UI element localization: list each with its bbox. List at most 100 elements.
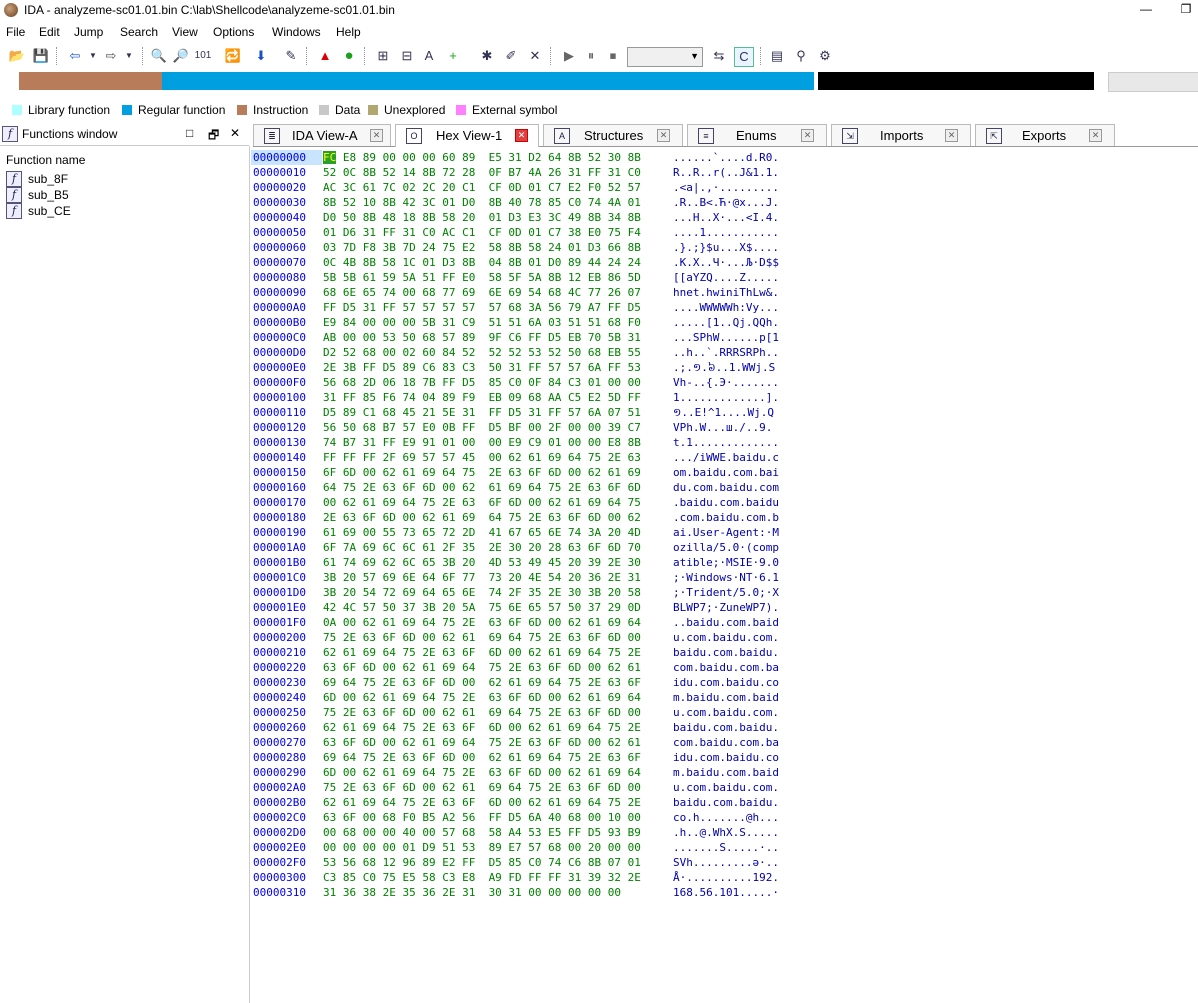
close-tab-icon[interactable]: ✕ [1089, 129, 1102, 142]
hex-bytes[interactable]: 64 75 2E 63 6F 6D 00 62 61 69 64 75 2E 6… [323, 480, 641, 495]
hex-ascii[interactable]: .<a|.,·......... [673, 180, 779, 195]
hex-bytes[interactable]: 75 2E 63 6F 6D 00 62 61 69 64 75 2E 63 6… [323, 630, 641, 645]
trace-icon[interactable]: ⚙ [816, 47, 834, 65]
watch-icon[interactable]: ⚲ [792, 47, 810, 65]
restore-window-button[interactable]: 🗗 [208, 126, 219, 147]
settings-icon[interactable]: ✱ [478, 47, 496, 65]
hex-bytes[interactable]: D0 50 8B 48 18 8B 58 20 01 D3 E3 3C 49 8… [323, 210, 641, 225]
pause-icon[interactable]: ⏸ [582, 47, 600, 65]
menu-help[interactable]: Help [336, 25, 361, 39]
menu-edit[interactable]: Edit [39, 25, 60, 39]
hex-bytes[interactable]: 2E 3B FF D5 89 C6 83 C3 50 31 FF 57 57 6… [323, 360, 641, 375]
hex-ascii[interactable]: ១..E!^1....Wj.Q [673, 405, 774, 420]
hex-ascii[interactable]: hnet.hwiniThLw&. [673, 285, 779, 300]
attach-icon[interactable]: ⇆ [710, 47, 728, 65]
hex-ascii[interactable]: idu.com.baidu.co [673, 675, 779, 690]
hex-bytes[interactable]: 68 6E 65 74 00 68 77 69 6E 69 54 68 4C 7… [323, 285, 641, 300]
hex-ascii[interactable]: om.baidu.com.bai [673, 465, 779, 480]
hex-ascii[interactable]: u.com.baidu.com. [673, 780, 779, 795]
search-next-icon[interactable]: 🔁 [224, 47, 242, 65]
hex-bytes[interactable]: 56 68 2D 06 18 7B FF D5 85 C0 0F 84 C3 0… [323, 375, 641, 390]
hex-ascii[interactable]: co.h.......@h... [673, 810, 779, 825]
hex-bytes[interactable]: 6F 7A 69 6C 6C 61 2F 35 2E 30 20 28 63 6… [323, 540, 641, 555]
debugger-select[interactable]: ▼ [627, 47, 703, 67]
close-tab-icon[interactable]: ✕ [515, 129, 528, 142]
hex-ascii[interactable]: .K.X..Ч·...Љ·D$$ [673, 255, 779, 270]
hex-bytes[interactable]: FF D5 31 FF 57 57 57 57 57 68 3A 56 79 A… [323, 300, 641, 315]
tab-enums[interactable]: ≡ Enums ✕ [687, 124, 827, 146]
hex-ascii[interactable]: ..h..`.RRRSRPh.. [673, 345, 779, 360]
mark-position-icon[interactable]: ✎ [282, 47, 300, 65]
hex-ascii[interactable]: BLWP7;·ZuneWP7). [673, 600, 779, 615]
function-row-sub_CE[interactable]: f sub_CE [6, 203, 71, 219]
function-row-sub_8F[interactable]: f sub_8F [6, 171, 68, 187]
hex-bytes[interactable]: D5 89 C1 68 45 21 5E 31 FF D5 31 FF 57 6… [323, 405, 641, 420]
hex-ascii[interactable]: ;·Windows·NT·6.1 [673, 570, 779, 585]
function-name-column-header[interactable]: Function name [6, 153, 85, 167]
hex-ascii[interactable]: .R..B<.Ћ·@x...J. [673, 195, 779, 210]
hex-ascii[interactable]: 1.............]. [673, 390, 779, 405]
hex-bytes[interactable]: 62 61 69 64 75 2E 63 6F 6D 00 62 61 69 6… [323, 720, 641, 735]
hex-ascii[interactable]: SVh.........ə·.. [673, 855, 779, 870]
menu-options[interactable]: Options [213, 25, 254, 39]
hex-bytes[interactable]: E9 84 00 00 00 5B 31 C9 51 51 6A 03 51 5… [323, 315, 641, 330]
hex-bytes[interactable]: 69 64 75 2E 63 6F 6D 00 62 61 69 64 75 2… [323, 675, 641, 690]
run-green-icon[interactable]: ● [340, 47, 358, 65]
hex-bytes[interactable]: 63 6F 00 68 F0 B5 A2 56 FF D5 6A 40 68 0… [323, 810, 641, 825]
minimize-button[interactable]: — [1136, 2, 1156, 16]
hex-ascii[interactable]: [[aYZQ....Z..... [673, 270, 779, 285]
back-arrow-icon[interactable]: ⇦ [66, 47, 84, 65]
hex-bytes[interactable]: 2E 63 6F 6D 00 62 61 69 64 75 2E 63 6F 6… [323, 510, 641, 525]
hex-ascii[interactable]: .h..@.WhX.S..... [673, 825, 779, 840]
breakpoints-icon[interactable]: ▤ [768, 47, 786, 65]
float-window-button[interactable]: □ [186, 126, 193, 140]
add-icon[interactable]: + [444, 47, 462, 65]
hex-bytes[interactable]: 0C 4B 8B 58 1C 01 D3 8B 04 8B 01 D0 89 4… [323, 255, 641, 270]
hex-ascii[interactable]: com.baidu.com.ba [673, 660, 779, 675]
play-icon[interactable]: ▶ [560, 47, 578, 65]
forward-arrow-icon[interactable]: ⇨ [102, 47, 120, 65]
hex-bytes[interactable]: 63 6F 6D 00 62 61 69 64 75 2E 63 6F 6D 0… [323, 660, 641, 675]
hex-ascii[interactable]: ;·Trident/5.0;·X [673, 585, 779, 600]
hex-bytes[interactable]: 03 7D F8 3B 7D 24 75 E2 58 8B 58 24 01 D… [323, 240, 641, 255]
hex-bytes[interactable]: 5B 5B 61 59 5A 51 FF E0 58 5F 5A 8B 12 E… [323, 270, 641, 285]
hex-ascii[interactable]: .;.១.៦..1.WWj.S [673, 360, 775, 375]
hex-ascii[interactable]: .com.baidu.com.b [673, 510, 779, 525]
hex-ascii[interactable]: ozilla/5.0·(comp [673, 540, 779, 555]
hex-bytes[interactable]: AB 00 00 53 50 68 57 89 9F C6 FF D5 EB 7… [323, 330, 641, 345]
hex-ascii[interactable]: u.com.baidu.com. [673, 705, 779, 720]
make-code-icon[interactable]: ⊞ [374, 47, 392, 65]
graph-icon[interactable]: ▲ [316, 47, 334, 65]
tab-ida-view-a[interactable]: ≣ IDA View-A ✕ [253, 124, 391, 146]
menu-search[interactable]: Search [120, 25, 158, 39]
hex-ascii[interactable]: u.com.baidu.com. [673, 630, 779, 645]
edit-icon[interactable]: ✐ [502, 47, 520, 65]
hex-bytes[interactable]: 42 4C 57 50 37 3B 20 5A 75 6E 65 57 50 3… [323, 600, 641, 615]
undefine-icon[interactable]: ✕ [526, 47, 544, 65]
hex-bytes[interactable]: 63 6F 6D 00 62 61 69 64 75 2E 63 6F 6D 0… [323, 735, 641, 750]
hex-ascii[interactable]: ...SPhW......p[1 [673, 330, 779, 345]
hex-ascii[interactable]: R..R..r(..J&1.1. [673, 165, 779, 180]
make-string-icon[interactable]: A [420, 47, 438, 65]
hex-bytes[interactable]: 8B 52 10 8B 42 3C 01 D0 8B 40 78 85 C0 7… [323, 195, 641, 210]
hex-ascii[interactable]: .../iWWE.baidu.c [673, 450, 779, 465]
hex-ascii[interactable]: ....WWWWWh:Vy... [673, 300, 779, 315]
close-tab-icon[interactable]: ✕ [801, 129, 814, 142]
hex-ascii[interactable]: Å·..........192. [673, 870, 779, 885]
hex-bytes[interactable]: AC 3C 61 7C 02 2C 20 C1 CF 0D 01 C7 E2 F… [323, 180, 641, 195]
close-window-button[interactable]: ✕ [230, 126, 240, 140]
hex-ascii[interactable]: baidu.com.baidu. [673, 795, 779, 810]
hex-ascii[interactable]: m.baidu.com.baid [673, 690, 779, 705]
back-dropdown-icon[interactable]: ▼ [84, 47, 102, 65]
hex-bytes[interactable]: 62 61 69 64 75 2E 63 6F 6D 00 62 61 69 6… [323, 645, 641, 660]
text-search-icon[interactable]: 🔎 [172, 47, 190, 65]
hex-bytes[interactable]: 31 36 38 2E 35 36 2E 31 30 31 00 00 00 0… [323, 885, 621, 900]
hex-bytes[interactable]: 0A 00 62 61 69 64 75 2E 63 6F 6D 00 62 6… [323, 615, 641, 630]
hex-ascii[interactable]: baidu.com.baidu. [673, 645, 779, 660]
hex-bytes[interactable]: D2 52 68 00 02 60 84 52 52 52 53 52 50 6… [323, 345, 641, 360]
hex-bytes[interactable]: 61 69 00 55 73 65 72 2D 41 67 65 6E 74 3… [323, 525, 641, 540]
hex-bytes[interactable]: 6F 6D 00 62 61 69 64 75 2E 63 6F 6D 00 6… [323, 465, 641, 480]
close-tab-icon[interactable]: ✕ [370, 129, 383, 142]
hex-ascii[interactable]: atible;·MSIE·9.0 [673, 555, 779, 570]
hex-ascii[interactable]: ai.User-Agent:·M [673, 525, 779, 540]
